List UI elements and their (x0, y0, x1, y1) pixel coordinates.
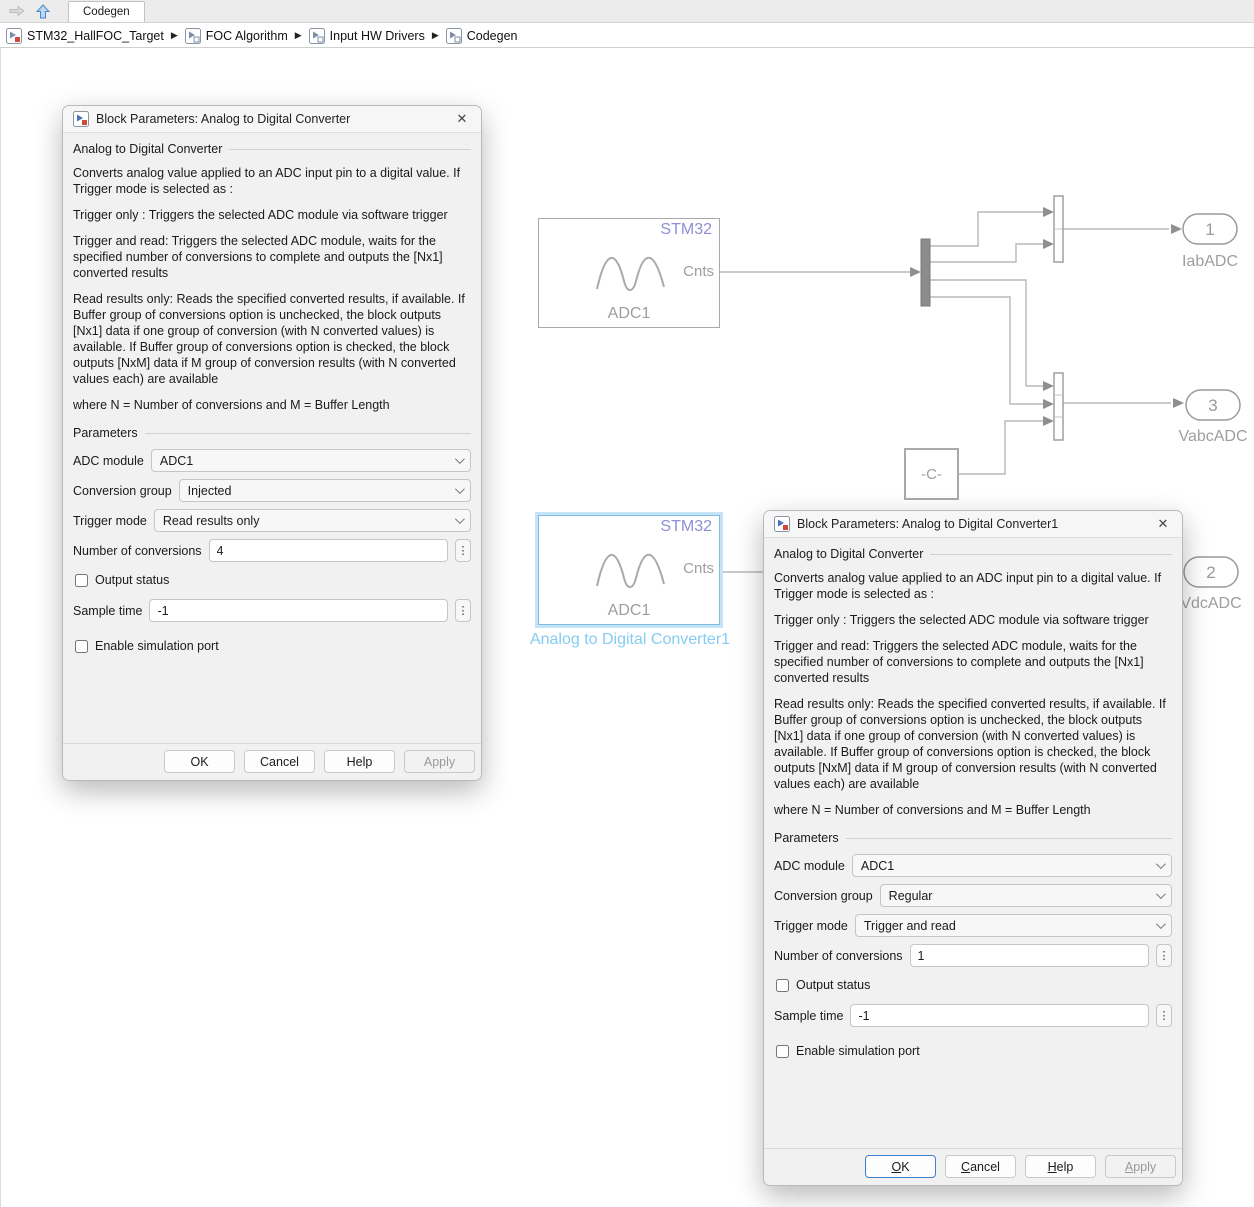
chevron-down-icon (1156, 919, 1166, 929)
outport-iabadc[interactable]: 1 (1183, 214, 1237, 244)
dialog-button-row: OK Cancel Help Apply (764, 1148, 1182, 1185)
dialog-title-bar[interactable]: Block Parameters: Analog to Digital Conv… (764, 511, 1182, 538)
enable-simulation-port-label: Enable simulation port (796, 1044, 920, 1058)
adc-module-label: ADC module (73, 454, 144, 468)
parameters-heading: Parameters (73, 426, 471, 440)
output-status-label: Output status (796, 978, 870, 992)
output-status-checkbox[interactable] (776, 979, 789, 992)
constant-label: -C- (921, 466, 942, 483)
chevron-down-icon (455, 484, 465, 494)
cancel-button[interactable]: Cancel (945, 1155, 1016, 1178)
adc-module-dropdown[interactable]: ADC1 (151, 449, 471, 472)
dialog-title: Block Parameters: Analog to Digital Conv… (96, 112, 446, 126)
block-name: ADC1 (539, 602, 719, 620)
description-paragraph: Trigger only : Triggers the selected ADC… (73, 207, 471, 223)
enable-simulation-port-checkbox[interactable] (776, 1045, 789, 1058)
block-params-dialog-adc: Block Parameters: Analog to Digital Conv… (62, 105, 482, 781)
description-paragraph: Converts analog value applied to an ADC … (73, 165, 471, 197)
help-button[interactable]: Help (324, 750, 395, 773)
outport-number: 1 (1205, 220, 1214, 239)
outport-label: VabcADC (1178, 428, 1247, 445)
simulink-block-icon (774, 516, 790, 532)
output-status-label: Output status (95, 573, 169, 587)
outport-vdcadc[interactable]: 2 (1184, 557, 1238, 587)
parameter-actions-button[interactable]: ⋮ (1156, 944, 1172, 967)
apply-button[interactable]: Apply (1105, 1155, 1176, 1178)
num-conversions-input[interactable] (209, 539, 448, 562)
constant-block[interactable]: -C- (904, 448, 959, 500)
block-params-dialog-adc1: Block Parameters: Analog to Digital Conv… (763, 510, 1183, 1186)
adc1-block[interactable]: STM32 Cnts ADC1 (538, 218, 720, 328)
section-heading: Analog to Digital Converter (73, 142, 471, 156)
ok-button[interactable]: OK (164, 750, 235, 773)
parameter-actions-button[interactable]: ⋮ (455, 539, 471, 562)
sample-time-input[interactable] (850, 1004, 1149, 1027)
sine-wave-icon (594, 245, 668, 297)
output-status-checkbox[interactable] (75, 574, 88, 587)
outport-label: VdcADC (1180, 595, 1241, 612)
trigger-mode-dropdown[interactable]: Trigger and read (855, 914, 1172, 937)
adc-module-dropdown[interactable]: ADC1 (852, 854, 1172, 877)
mux-block-vabc[interactable] (1054, 373, 1063, 440)
outport-number: 2 (1206, 563, 1215, 582)
trigger-mode-dropdown[interactable]: Read results only (154, 509, 471, 532)
sample-time-label: Sample time (774, 1009, 843, 1023)
outport-label: IabADC (1182, 253, 1238, 270)
section-heading: Analog to Digital Converter (774, 547, 1172, 561)
close-icon[interactable]: ✕ (453, 111, 471, 127)
help-button[interactable]: Help (1025, 1155, 1096, 1178)
dialog-title: Block Parameters: Analog to Digital Conv… (797, 517, 1147, 531)
conversion-group-dropdown[interactable]: Regular (880, 884, 1172, 907)
num-conversions-label: Number of conversions (774, 949, 903, 963)
num-conversions-input[interactable] (910, 944, 1149, 967)
adc2-block-selected[interactable]: STM32 Cnts ADC1 (538, 515, 720, 625)
output-port-label: Cnts (683, 263, 714, 280)
parameter-actions-button[interactable]: ⋮ (1156, 1004, 1172, 1027)
vendor-label: STM32 (660, 518, 712, 536)
simulink-block-icon (73, 111, 89, 127)
chevron-down-icon (455, 454, 465, 464)
conversion-group-dropdown[interactable]: Injected (179, 479, 471, 502)
enable-simulation-port-label: Enable simulation port (95, 639, 219, 653)
sine-wave-icon (594, 542, 668, 594)
chevron-down-icon (1156, 859, 1166, 869)
description-paragraph: Read results only: Reads the specified c… (73, 291, 471, 387)
description-paragraph: Converts analog value applied to an ADC … (774, 570, 1172, 602)
vendor-label: STM32 (660, 221, 712, 239)
mux-block-iab[interactable] (1054, 196, 1063, 262)
description-paragraph: Trigger only : Triggers the selected ADC… (774, 612, 1172, 628)
conversion-group-label: Conversion group (774, 889, 873, 903)
outport-number: 3 (1208, 396, 1217, 415)
description-paragraph: where N = Number of conversions and M = … (774, 802, 1172, 818)
close-icon[interactable]: ✕ (1154, 516, 1172, 532)
conversion-group-label: Conversion group (73, 484, 172, 498)
demux-block[interactable] (921, 239, 930, 306)
outport-vabcadc[interactable]: 3 (1186, 390, 1240, 420)
sample-time-input[interactable] (149, 599, 448, 622)
dialog-title-bar[interactable]: Block Parameters: Analog to Digital Conv… (63, 106, 481, 133)
description-paragraph: Read results only: Reads the specified c… (774, 696, 1172, 792)
parameters-heading: Parameters (774, 831, 1172, 845)
adc2-block-caption: Analog to Digital Converter1 (520, 631, 740, 649)
trigger-mode-label: Trigger mode (774, 919, 848, 933)
parameter-actions-button[interactable]: ⋮ (455, 599, 471, 622)
enable-simulation-port-checkbox[interactable] (75, 640, 88, 653)
chevron-down-icon (1156, 889, 1166, 899)
num-conversions-label: Number of conversions (73, 544, 202, 558)
adc-module-label: ADC module (774, 859, 845, 873)
description-paragraph: where N = Number of conversions and M = … (73, 397, 471, 413)
output-port-label: Cnts (683, 560, 714, 577)
cancel-button[interactable]: Cancel (244, 750, 315, 773)
dialog-body: Analog to Digital Converter Converts ana… (63, 133, 481, 743)
apply-button[interactable]: Apply (404, 750, 475, 773)
ok-button[interactable]: OK (865, 1155, 936, 1178)
block-name: ADC1 (539, 305, 719, 323)
chevron-down-icon (455, 514, 465, 524)
description-paragraph: Trigger and read: Triggers the selected … (774, 638, 1172, 686)
sample-time-label: Sample time (73, 604, 142, 618)
description-paragraph: Trigger and read: Triggers the selected … (73, 233, 471, 281)
dialog-button-row: OK Cancel Help Apply (63, 743, 481, 780)
trigger-mode-label: Trigger mode (73, 514, 147, 528)
dialog-body: Analog to Digital Converter Converts ana… (764, 538, 1182, 1148)
